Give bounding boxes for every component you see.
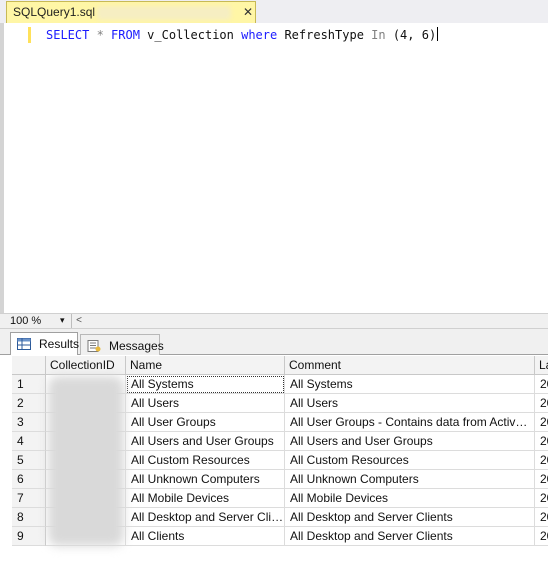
cell-last[interactable]: 20 bbox=[535, 489, 548, 508]
row-number[interactable]: 6 bbox=[12, 470, 46, 489]
row-number[interactable]: 2 bbox=[12, 394, 46, 413]
zoom-bar: 100 % ▾ < bbox=[0, 313, 548, 329]
row-number[interactable]: 5 bbox=[12, 451, 46, 470]
grid-header-comment[interactable]: Comment bbox=[285, 356, 535, 375]
cell-last[interactable]: 20 bbox=[535, 394, 548, 413]
cell-last[interactable]: 20 bbox=[535, 432, 548, 451]
redacted-tab-text bbox=[97, 6, 231, 20]
cell-name[interactable]: All Custom Resources bbox=[126, 451, 285, 470]
chevron-down-icon[interactable]: ▾ bbox=[60, 313, 65, 327]
tab-sqlquery1[interactable]: SQLQuery1.sql ✕ bbox=[6, 1, 256, 23]
in-values: (4, 6) bbox=[385, 28, 437, 42]
cell-name[interactable]: All User Groups bbox=[126, 413, 285, 432]
cell-last[interactable]: 20 bbox=[535, 527, 548, 546]
close-icon[interactable]: ✕ bbox=[243, 5, 253, 19]
cell-comment[interactable]: All Desktop and Server Clients bbox=[285, 508, 535, 527]
results-grid[interactable]: CollectionID Name Comment La 1 All Syste… bbox=[12, 356, 548, 575]
zoom-value: 100 % bbox=[10, 315, 42, 327]
row-number[interactable]: 4 bbox=[12, 432, 46, 451]
grid-header-collectionid[interactable]: CollectionID bbox=[46, 356, 126, 375]
row-number[interactable]: 8 bbox=[12, 508, 46, 527]
cell-name[interactable]: All Unknown Computers bbox=[126, 470, 285, 489]
keyword-select: SELECT bbox=[46, 28, 90, 42]
row-number[interactable]: 3 bbox=[12, 413, 46, 432]
grid-header-last[interactable]: La bbox=[535, 356, 548, 375]
table-name: v_Collection bbox=[139, 28, 242, 42]
cell-name[interactable]: All Desktop and Server Clients bbox=[126, 508, 285, 527]
row-number[interactable]: 1 bbox=[12, 375, 46, 394]
tab-title: SQLQuery1.sql bbox=[13, 5, 96, 19]
cell-last[interactable]: 20 bbox=[535, 470, 548, 489]
keyword-where: where bbox=[241, 28, 278, 42]
tab-results-label: Results bbox=[39, 337, 80, 351]
cell-name[interactable]: All Clients bbox=[126, 527, 285, 546]
sql-line-1[interactable]: SELECT * FROM v_Collection where Refresh… bbox=[46, 27, 439, 43]
document-tab-strip: SQLQuery1.sql ✕ bbox=[0, 0, 548, 23]
cell-comment[interactable]: All Custom Resources bbox=[285, 451, 535, 470]
cell-comment[interactable]: All Unknown Computers bbox=[285, 470, 535, 489]
cell-comment[interactable]: All Mobile Devices bbox=[285, 489, 535, 508]
cell-last[interactable]: 20 bbox=[535, 375, 548, 394]
grid-header-rownum[interactable] bbox=[12, 356, 46, 375]
cell-last[interactable]: 20 bbox=[535, 451, 548, 470]
cell-comment[interactable]: All Users bbox=[285, 394, 535, 413]
messages-icon bbox=[87, 340, 101, 352]
change-indicator-bar bbox=[28, 27, 31, 43]
operator-in: In bbox=[371, 28, 386, 42]
cell-name[interactable]: All Users and User Groups bbox=[126, 432, 285, 451]
row-number[interactable]: 7 bbox=[12, 489, 46, 508]
grid-header-name[interactable]: Name bbox=[126, 356, 285, 375]
tab-messages-label: Messages bbox=[109, 339, 164, 353]
redacted-collectionid-values bbox=[48, 376, 124, 546]
cell-comment[interactable]: All User Groups - Contains data from Act… bbox=[285, 413, 535, 432]
cell-name[interactable]: All Mobile Devices bbox=[126, 489, 285, 508]
results-tab-strip: Results Messages bbox=[0, 329, 548, 355]
operator-star: * bbox=[89, 28, 112, 42]
editor-gutter bbox=[0, 23, 4, 313]
cell-comment[interactable]: All Desktop and Server Clients bbox=[285, 527, 535, 546]
cell-name[interactable]: All Systems bbox=[126, 375, 285, 394]
row-number[interactable]: 9 bbox=[12, 527, 46, 546]
cell-comment[interactable]: All Systems bbox=[285, 375, 535, 394]
cell-last[interactable]: 20 bbox=[535, 413, 548, 432]
cell-name[interactable]: All Users bbox=[126, 394, 285, 413]
grid-icon bbox=[17, 338, 31, 350]
keyword-from: FROM bbox=[111, 28, 140, 42]
cell-comment[interactable]: All Users and User Groups bbox=[285, 432, 535, 451]
text-caret bbox=[437, 27, 439, 41]
tab-results[interactable]: Results bbox=[10, 332, 80, 355]
cell-last[interactable]: 20 bbox=[535, 508, 548, 527]
column-name: RefreshType bbox=[277, 28, 372, 42]
tab-messages[interactable]: Messages bbox=[80, 334, 164, 355]
query-editor[interactable]: SELECT * FROM v_Collection where Refresh… bbox=[0, 23, 548, 313]
zoom-select[interactable]: 100 % ▾ bbox=[10, 314, 68, 328]
scroll-left-icon[interactable]: < bbox=[71, 314, 86, 328]
